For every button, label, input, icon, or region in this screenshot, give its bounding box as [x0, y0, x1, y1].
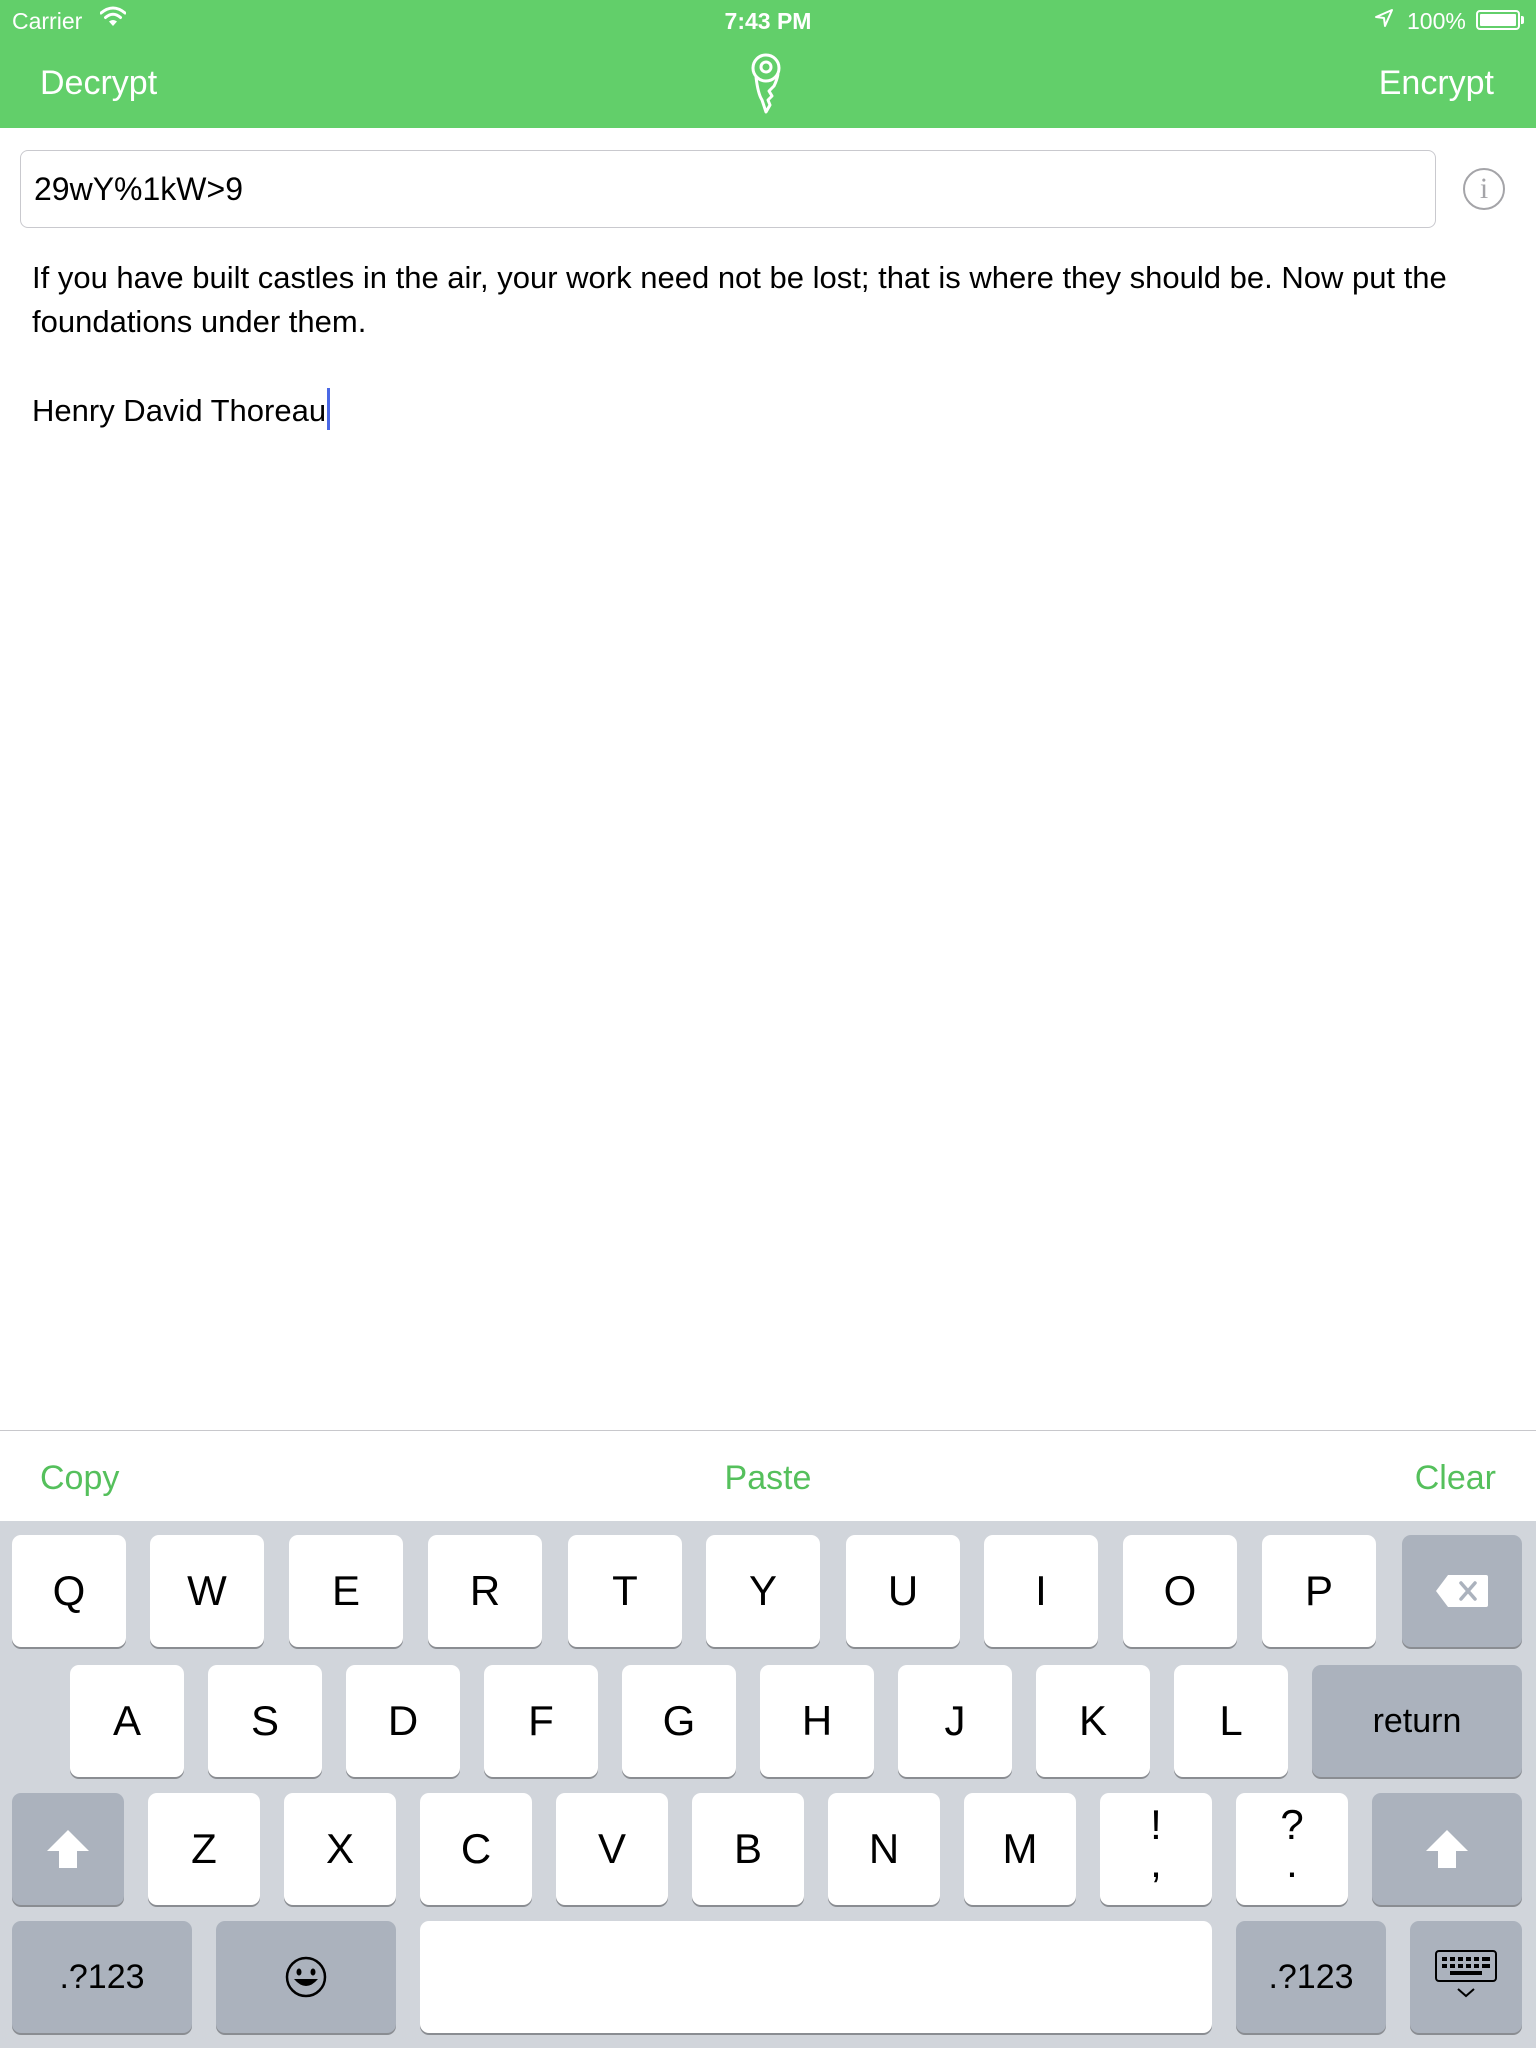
key-v[interactable]: V [556, 1793, 668, 1905]
key-h[interactable]: H [760, 1665, 874, 1777]
key-f[interactable]: F [484, 1665, 598, 1777]
emoji-icon [285, 1956, 327, 1998]
key-question-period[interactable]: ? . [1236, 1793, 1348, 1905]
key-e[interactable]: E [289, 1535, 403, 1647]
key-input[interactable] [20, 150, 1436, 228]
message-signature[interactable]: Henry David Thoreau [32, 388, 331, 430]
key-p[interactable]: P [1262, 1535, 1376, 1647]
key-c[interactable]: C [420, 1793, 532, 1905]
decrypt-button[interactable]: Decrypt [40, 64, 157, 103]
nav-bar: Carrier 7:43 PM 100% Decrypt Encrypt [0, 0, 1536, 128]
key-k[interactable]: K [1036, 1665, 1150, 1777]
return-key[interactable]: return [1312, 1665, 1522, 1777]
backspace-icon [1436, 1575, 1488, 1607]
key-d[interactable]: D [346, 1665, 460, 1777]
info-icon[interactable]: i [1463, 168, 1505, 210]
key-b[interactable]: B [692, 1793, 804, 1905]
numbers-key-left[interactable]: .?123 [12, 1921, 192, 2033]
key-x[interactable]: X [284, 1793, 396, 1905]
key-z[interactable]: Z [148, 1793, 260, 1905]
key-w[interactable]: W [150, 1535, 264, 1647]
dismiss-keyboard-key[interactable] [1410, 1921, 1522, 2033]
key-o[interactable]: O [1123, 1535, 1237, 1647]
signature-text: Henry David Thoreau [32, 393, 327, 428]
key-j[interactable]: J [898, 1665, 1012, 1777]
key-y[interactable]: Y [706, 1535, 820, 1647]
key-u[interactable]: U [846, 1535, 960, 1647]
key-r[interactable]: R [428, 1535, 542, 1647]
backspace-key[interactable] [1402, 1535, 1522, 1647]
keyboard-dismiss-icon [1435, 1950, 1497, 1998]
status-time: 7:43 PM [724, 8, 812, 34]
shift-icon [1426, 1830, 1468, 1868]
key-g[interactable]: G [622, 1665, 736, 1777]
info-label: i [1479, 172, 1489, 205]
shift-icon [47, 1830, 89, 1868]
key-icon [751, 53, 781, 114]
battery-tip [1521, 16, 1524, 24]
accessory-bar: Copy Paste Clear [0, 1430, 1536, 1522]
space-bar[interactable] [420, 1921, 1212, 2033]
keyboard: Q W E R T Y U I O P A S D F G H J K L re… [0, 1521, 1536, 2048]
key-exclamation-comma[interactable]: ! , [1100, 1793, 1212, 1905]
message-text[interactable]: If you have built castles in the air, yo… [32, 256, 1512, 344]
location-icon [1375, 9, 1393, 27]
text-caret [327, 388, 331, 430]
battery-icon [1476, 10, 1520, 30]
key-t[interactable]: T [568, 1535, 682, 1647]
key-a[interactable]: A [70, 1665, 184, 1777]
status-bar: Carrier 7:43 PM 100% [0, 0, 1536, 40]
key-q[interactable]: Q [12, 1535, 126, 1647]
encrypt-button[interactable]: Encrypt [1379, 64, 1494, 103]
key-i[interactable]: I [984, 1535, 1098, 1647]
battery-percent: 100% [1407, 8, 1466, 34]
numbers-key-right[interactable]: .?123 [1236, 1921, 1386, 2033]
emoji-key[interactable] [216, 1921, 396, 2033]
clear-button[interactable]: Clear [1415, 1459, 1496, 1498]
shift-right-key[interactable] [1372, 1793, 1522, 1905]
shift-left-key[interactable] [12, 1793, 124, 1905]
paste-button[interactable]: Paste [0, 1459, 1536, 1498]
key-m[interactable]: M [964, 1793, 1076, 1905]
key-n[interactable]: N [828, 1793, 940, 1905]
key-s[interactable]: S [208, 1665, 322, 1777]
key-l[interactable]: L [1174, 1665, 1288, 1777]
